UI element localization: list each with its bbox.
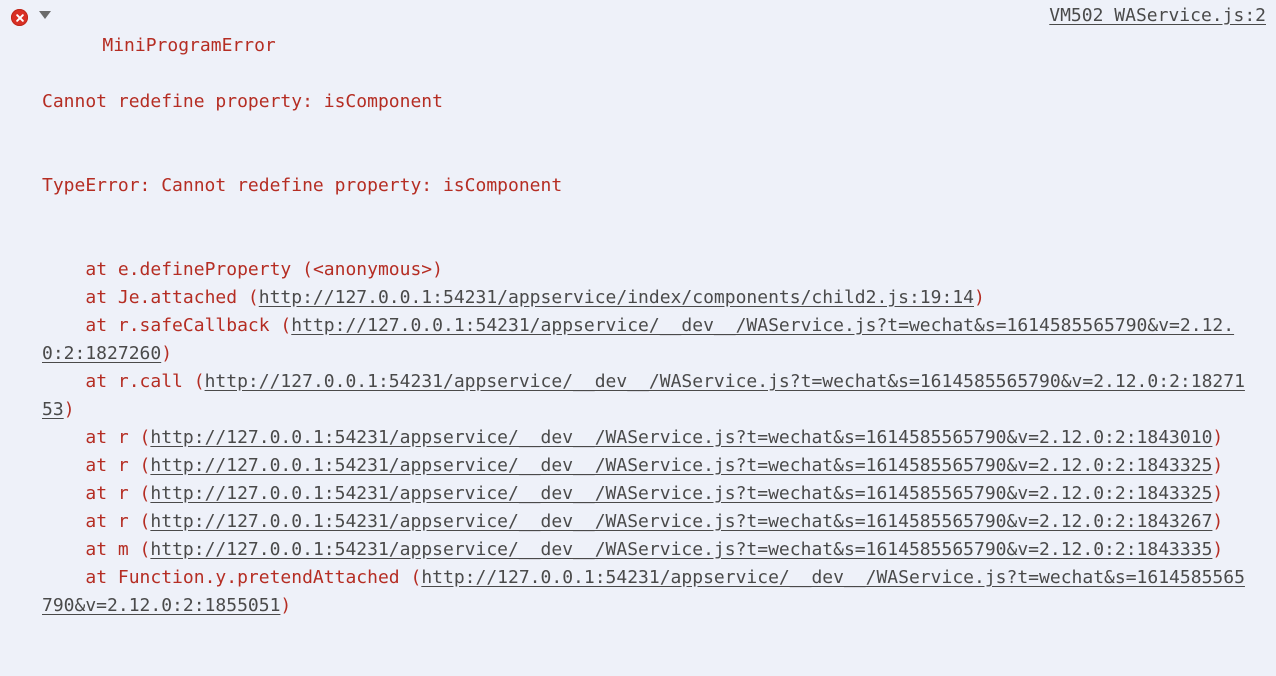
stack-frame-suffix: ) (1212, 511, 1224, 532)
stack-frame: at r (http://127.0.0.1:54231/appservice/… (42, 452, 1250, 480)
stack-frame-function: at e.defineProperty ( (42, 259, 313, 280)
stack-frame-suffix: ) (1212, 427, 1224, 448)
stack-frame-suffix: ) (432, 259, 443, 280)
stack-frame-location: <anonymous> (312, 259, 433, 280)
error-circle-x-icon (11, 9, 28, 26)
stack-frame-url[interactable]: http://127.0.0.1:54231/appservice/__dev_… (150, 455, 1212, 476)
error-stack-trace: at e.defineProperty (<anonymous>) at Je.… (42, 256, 1250, 620)
stack-frame-suffix: ) (974, 287, 985, 308)
stack-frame-function: at r ( (42, 483, 151, 504)
stack-frame-url[interactable]: http://127.0.0.1:54231/appservice/__dev_… (150, 483, 1212, 504)
error-message-body: MiniProgramError Cannot redefine propert… (42, 4, 1250, 676)
stack-frame: at r (http://127.0.0.1:54231/appservice/… (42, 424, 1250, 452)
stack-frame: at r (http://127.0.0.1:54231/appservice/… (42, 480, 1250, 508)
console-error-entry: VM502 WAService.js:2 MiniProgramError Ca… (0, 0, 1276, 616)
stack-frame-function: at Je.attached ( (42, 287, 259, 308)
stack-frame: at r (http://127.0.0.1:54231/appservice/… (42, 508, 1250, 536)
stack-frame-suffix: ) (1212, 455, 1224, 476)
stack-frame-function: at r.safeCallback ( (42, 315, 292, 336)
stack-frame-suffix: ) (63, 399, 75, 420)
stack-frame: at m (http://127.0.0.1:54231/appservice/… (42, 536, 1250, 564)
stack-frame: at Je.attached (http://127.0.0.1:54231/a… (42, 284, 1250, 312)
stack-frame-function: at r ( (42, 427, 151, 448)
stack-frame-suffix: ) (1212, 539, 1224, 560)
stack-frame-function: at r ( (42, 511, 151, 532)
stack-frame-url[interactable]: http://127.0.0.1:54231/appservice/__dev_… (150, 511, 1212, 532)
stack-frame-url[interactable]: http://127.0.0.1:54231/appservice/__dev_… (150, 539, 1212, 560)
stack-frame: at Function.y.pretendAttached (http://12… (42, 564, 1250, 620)
stack-frame-function: at r.call ( (42, 371, 205, 392)
stack-frame-url[interactable]: http://127.0.0.1:54231/appservice/__dev_… (42, 371, 1245, 420)
stack-frame-suffix: ) (280, 595, 292, 616)
stack-frame: at e.defineProperty (<anonymous>) (42, 256, 1250, 284)
error-message: Cannot redefine property: isComponent (42, 91, 443, 112)
stack-frame-function: at m ( (42, 539, 151, 560)
stack-frame-function: at r ( (42, 455, 151, 476)
stack-frame-url[interactable]: http://127.0.0.1:54231/appservice/__dev_… (150, 427, 1212, 448)
stack-frame: at r.call (http://127.0.0.1:54231/appser… (42, 368, 1250, 424)
stack-frame: at r.safeCallback (http://127.0.0.1:5423… (42, 312, 1250, 368)
stack-frame-suffix: ) (1212, 483, 1224, 504)
error-title: MiniProgramError (102, 35, 276, 56)
stack-frame-function: at Function.y.pretendAttached ( (42, 567, 422, 588)
error-type-line: TypeError: Cannot redefine property: isC… (42, 175, 563, 196)
stack-frame-suffix: ) (161, 343, 173, 364)
stack-frame-url[interactable]: http://127.0.0.1:54231/appservice/index/… (259, 287, 974, 308)
